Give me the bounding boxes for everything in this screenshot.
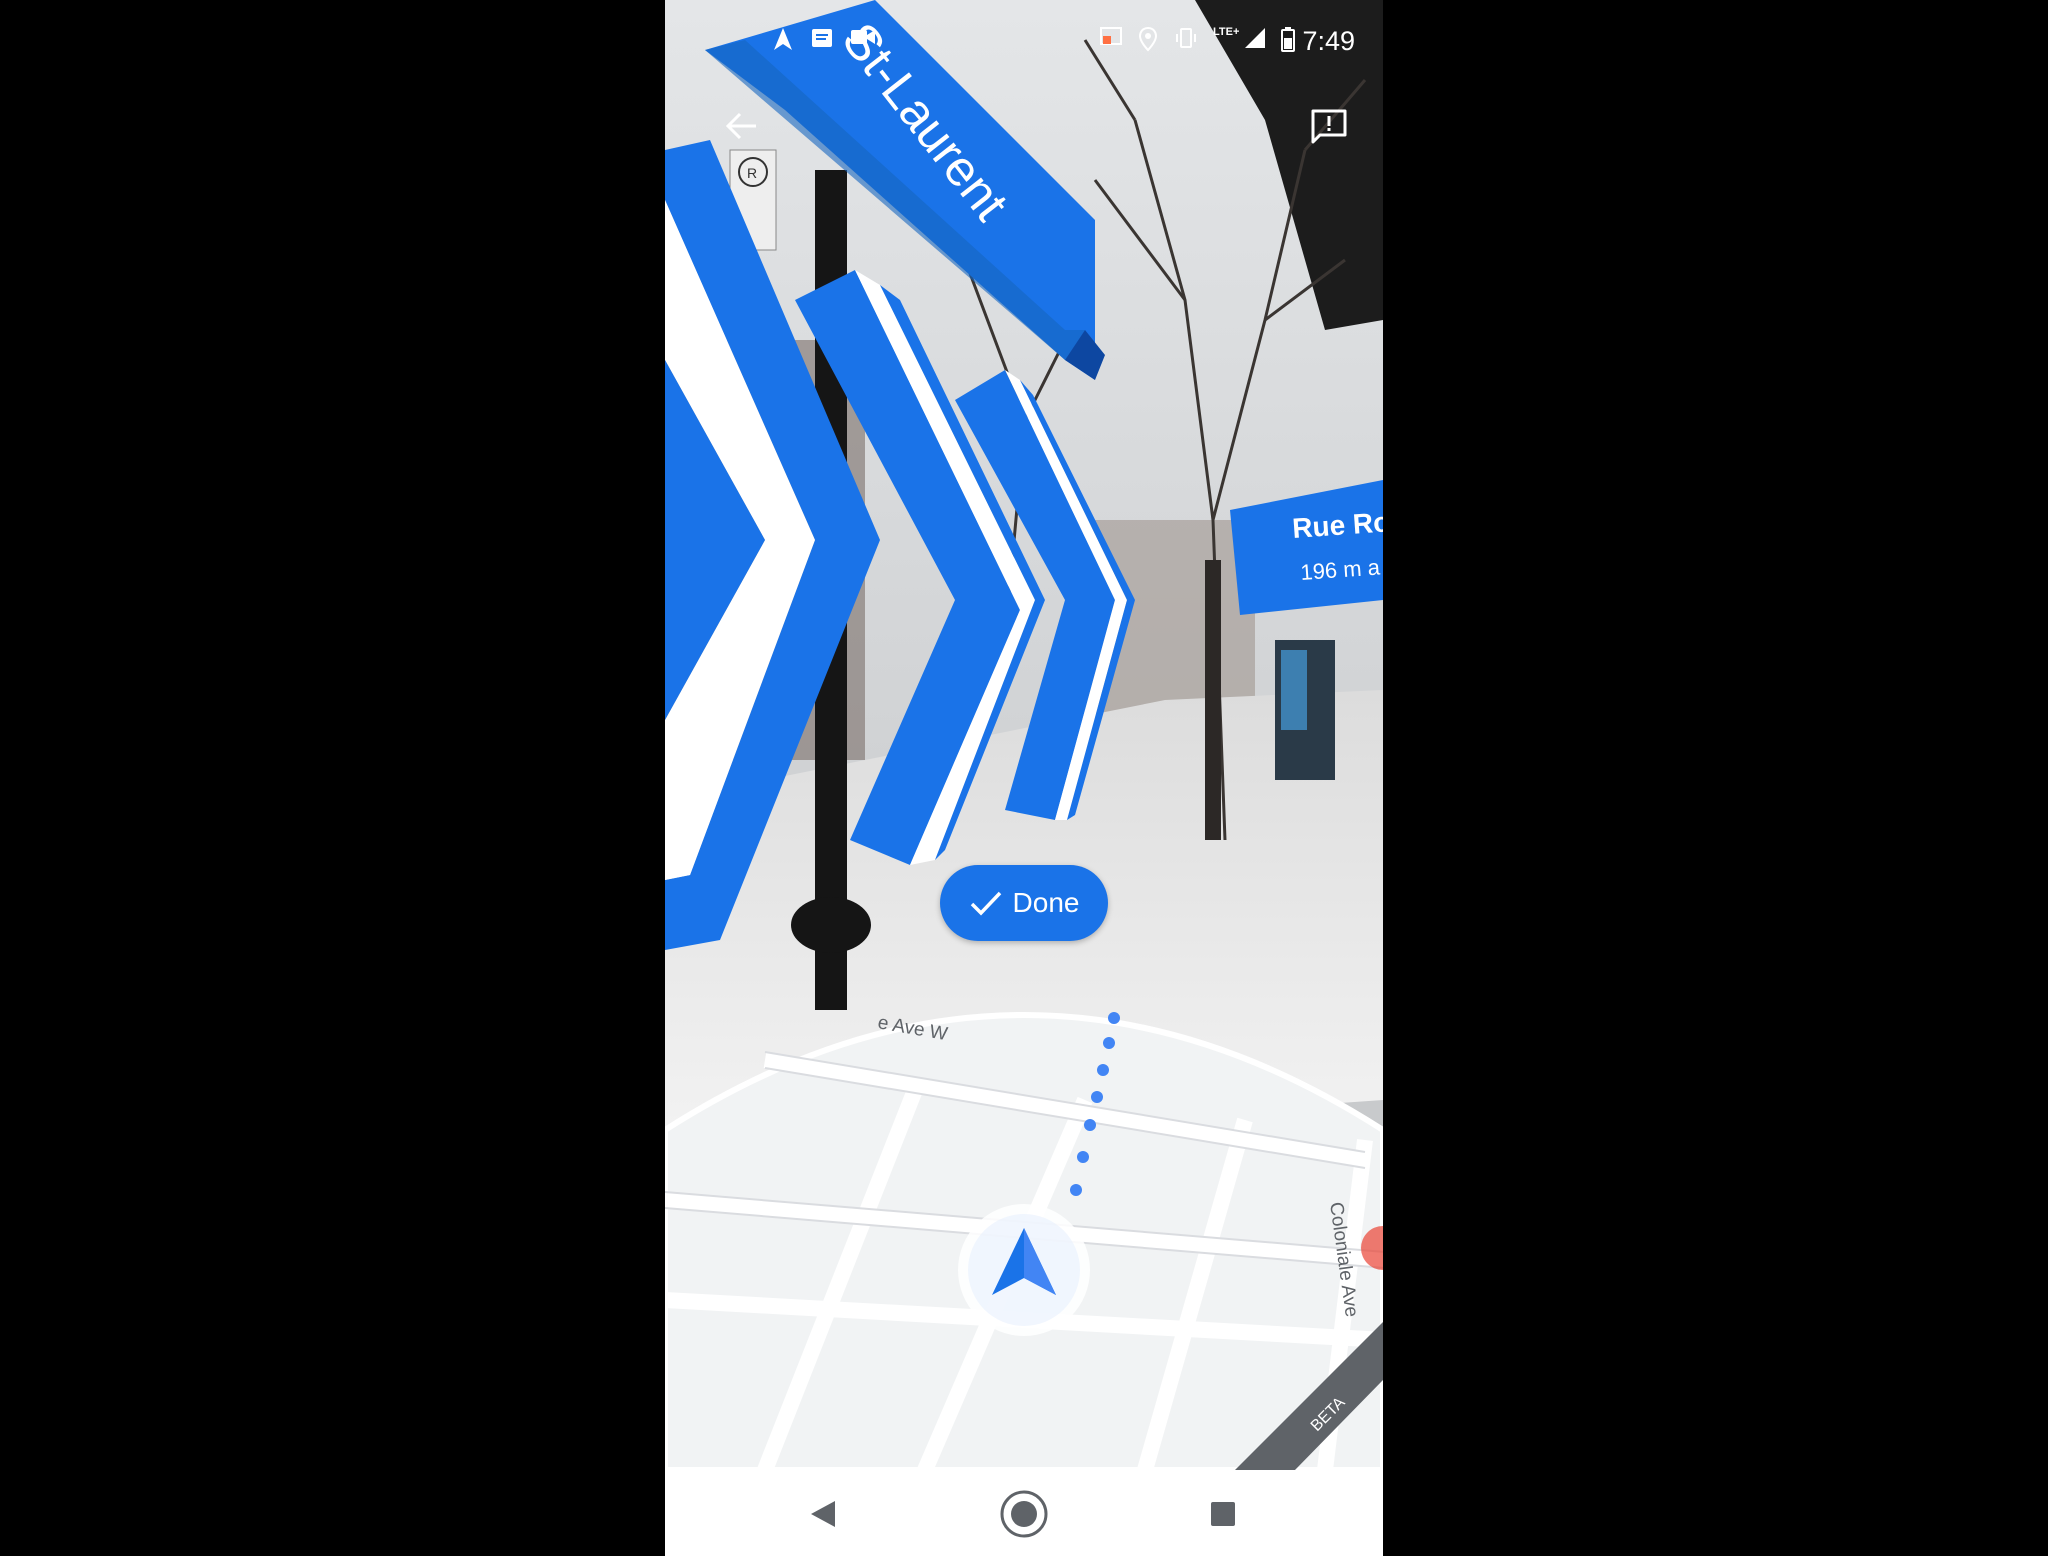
battery-icon	[1281, 27, 1295, 52]
ar-camera-view: R St-Laurent Rue Ro 196 m a e Ave W Colo…	[665, 0, 1383, 1470]
system-back-button[interactable]	[793, 1484, 853, 1544]
home-circle-icon	[1000, 1490, 1048, 1538]
navigation-icon	[774, 28, 792, 50]
arrow-back-icon	[725, 112, 756, 140]
done-label: Done	[1012, 887, 1080, 918]
check-icon	[970, 891, 1001, 916]
system-nav-bar	[665, 1470, 1383, 1556]
feedback-icon	[1311, 109, 1347, 144]
next-street-label: Rue Ro	[1291, 506, 1383, 544]
status-time: 7:49	[1302, 26, 1355, 56]
pole-base	[791, 897, 871, 953]
feedback-button[interactable]	[1293, 90, 1365, 162]
back-triangle-icon	[811, 1501, 835, 1527]
back-button[interactable]	[701, 90, 781, 162]
signal-icon	[1245, 28, 1265, 48]
system-home-button[interactable]	[994, 1484, 1054, 1544]
svg-text:R: R	[747, 165, 757, 181]
status-bar: LTE+ 7:49	[665, 0, 1383, 80]
phone-screen: R St-Laurent Rue Ro 196 m a e Ave W Colo…	[665, 0, 1383, 1556]
vibrate-icon	[1176, 28, 1196, 48]
video-icon	[851, 30, 875, 44]
done-button[interactable]: Done	[940, 865, 1108, 941]
location-icon	[1138, 26, 1158, 52]
cast-icon	[1100, 27, 1122, 45]
recents-square-icon	[1211, 1502, 1235, 1526]
message-icon	[812, 29, 832, 47]
tree-trunk	[1205, 560, 1221, 840]
network-type: LTE+	[1213, 26, 1240, 38]
mini-map[interactable]: e Ave W Coloniale Ave BETA	[665, 1012, 1383, 1470]
screen-background: R St-Laurent Rue Ro 196 m a e Ave W Colo…	[0, 0, 2048, 1556]
system-recents-button[interactable]	[1193, 1484, 1253, 1544]
